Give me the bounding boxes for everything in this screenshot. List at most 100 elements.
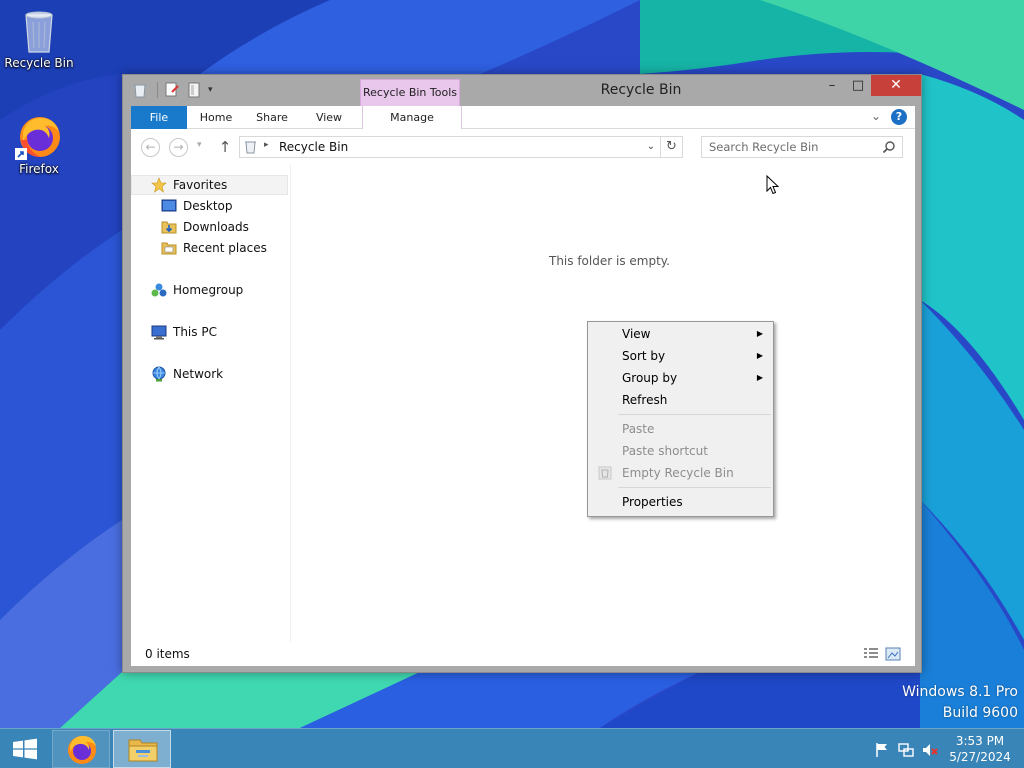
firefox-icon	[68, 736, 96, 764]
address-bar[interactable]: ▸ Recycle Bin ⌄	[239, 136, 661, 158]
address-history-chevron-icon[interactable]: ⌄	[644, 139, 658, 155]
search-icon[interactable]	[882, 140, 896, 154]
windows-logo-icon	[13, 738, 37, 760]
close-button[interactable]: ✕	[871, 75, 921, 96]
nav-this-pc-label: This PC	[173, 325, 217, 339]
window-title: Recycle Bin	[600, 82, 682, 98]
breadcrumb-separator-icon[interactable]: ▸	[264, 140, 269, 150]
up-arrow-icon[interactable]: ↑	[217, 138, 233, 156]
start-button[interactable]	[0, 729, 50, 768]
navigation-pane[interactable]: Favorites Desktop Downloads Recent place…	[131, 165, 291, 642]
maximize-button[interactable]: □	[843, 75, 873, 96]
submenu-arrow-icon: ▶	[756, 373, 763, 382]
qat-separator	[157, 82, 158, 98]
menu-item-view[interactable]: View ▶	[590, 323, 771, 345]
menu-item-label: Sort by	[622, 349, 666, 363]
shortcut-arrow-icon	[15, 148, 27, 160]
submenu-arrow-icon: ▶	[756, 351, 763, 360]
breadcrumb-recycle-bin[interactable]: Recycle Bin	[279, 140, 348, 154]
nav-network-label: Network	[173, 367, 224, 381]
tab-home[interactable]: Home	[191, 106, 241, 129]
taskbar-firefox-button[interactable]	[52, 730, 110, 768]
watermark-edition: Windows 8.1 Pro	[902, 684, 1018, 700]
desktop-icon-label: Recycle Bin	[4, 56, 74, 70]
content-area: Favorites Desktop Downloads Recent place…	[131, 165, 915, 642]
quick-access-toolbar: ▾	[133, 81, 230, 99]
item-count: 0 items	[145, 647, 190, 661]
menu-item-paste-shortcut[interactable]: Paste shortcut	[590, 440, 771, 462]
submenu-arrow-icon: ▶	[756, 329, 763, 338]
desktop-icon-recycle-bin[interactable]: Recycle Bin	[1, 6, 77, 70]
file-explorer-icon	[128, 739, 158, 762]
menu-item-empty-recycle-bin[interactable]: Empty Recycle Bin	[590, 462, 771, 484]
new-folder-icon[interactable]	[186, 82, 202, 98]
recycle-bin-icon	[15, 6, 63, 54]
desktop-icon	[161, 198, 177, 214]
menu-item-label: Refresh	[622, 393, 668, 407]
nav-item-label: Desktop	[183, 199, 233, 213]
back-button[interactable]: ←	[141, 138, 160, 157]
properties-icon[interactable]	[164, 82, 180, 98]
volume-muted-icon[interactable]	[922, 742, 938, 758]
nav-item-label: Recent places	[183, 241, 267, 255]
tab-share[interactable]: Share	[247, 106, 297, 129]
menu-item-refresh[interactable]: Refresh	[590, 389, 771, 411]
nav-this-pc[interactable]: This PC	[151, 322, 217, 342]
context-menu: View ▶ Sort by ▶ Group by ▶ Refresh Past…	[587, 321, 774, 517]
menu-item-group-by[interactable]: Group by ▶	[590, 367, 771, 389]
help-icon[interactable]: ?	[891, 109, 907, 125]
downloads-folder-icon	[161, 219, 177, 235]
recent-locations-chevron-icon[interactable]: ▾	[197, 140, 207, 150]
nav-item-recent-places[interactable]: Recent places	[161, 238, 267, 258]
search-box[interactable]	[701, 136, 903, 158]
action-center-flag-icon[interactable]	[874, 742, 890, 758]
expand-ribbon-chevron-icon[interactable]: ⌄	[871, 109, 885, 123]
tab-view[interactable]: View	[305, 106, 353, 129]
nav-favorites-label: Favorites	[173, 178, 228, 192]
empty-folder-message: This folder is empty.	[549, 254, 670, 268]
menu-item-sort-by[interactable]: Sort by ▶	[590, 345, 771, 367]
customize-qat-icon[interactable]: ▾	[208, 82, 224, 98]
window-recycle-bin-icon[interactable]	[133, 82, 149, 98]
details-view-icon[interactable]	[863, 647, 879, 661]
watermark-build: Build 9600	[942, 705, 1018, 721]
menu-item-paste[interactable]: Paste	[590, 418, 771, 440]
windows-version-watermark: Windows 8.1 Pro Build 9600	[902, 684, 1018, 721]
desktop-icon-firefox[interactable]: Firefox	[1, 112, 77, 176]
menu-item-properties[interactable]: Properties	[590, 491, 771, 513]
title-bar[interactable]: ▾ Recycle Bin Tools Recycle Bin – □ ✕	[123, 75, 921, 106]
firefox-icon	[15, 112, 63, 160]
forward-button[interactable]: →	[169, 138, 188, 157]
tab-file[interactable]: File	[131, 106, 187, 129]
tab-manage[interactable]: Manage	[362, 106, 462, 129]
network-icon[interactable]	[898, 742, 914, 758]
nav-favorites[interactable]: Favorites	[131, 175, 288, 195]
status-bar: 0 items	[131, 642, 915, 666]
menu-separator	[618, 487, 771, 488]
menu-item-label: Paste shortcut	[622, 444, 708, 458]
menu-item-label: View	[622, 327, 651, 341]
search-input[interactable]	[702, 137, 872, 157]
nav-homegroup-label: Homegroup	[173, 283, 244, 297]
nav-network[interactable]: Network	[151, 364, 223, 384]
mouse-cursor-icon	[766, 175, 780, 195]
nav-homegroup[interactable]: Homegroup	[151, 280, 243, 300]
nav-item-label: Downloads	[183, 220, 249, 234]
taskbar-clock[interactable]: 3:53 PM 5/27/2024	[946, 733, 1014, 765]
menu-item-label: Empty Recycle Bin	[622, 466, 734, 480]
menu-item-label: Paste	[622, 422, 655, 436]
ribbon-tab-bar: File Home Share View Manage ⌄ ?	[131, 106, 915, 129]
star-icon	[151, 177, 167, 193]
refresh-button[interactable]: ↻	[661, 136, 683, 158]
address-recycle-bin-icon	[245, 141, 256, 154]
nav-item-downloads[interactable]: Downloads	[161, 217, 249, 237]
explorer-window[interactable]: ▾ Recycle Bin Tools Recycle Bin – □ ✕ Fi…	[122, 74, 922, 673]
empty-recycle-bin-icon	[598, 466, 612, 480]
large-icons-view-icon[interactable]	[885, 647, 901, 661]
clock-date: 5/27/2024	[949, 750, 1011, 764]
nav-item-desktop[interactable]: Desktop	[161, 196, 233, 216]
taskbar-file-explorer-button[interactable]	[113, 730, 171, 768]
this-pc-icon	[151, 324, 167, 340]
menu-separator	[618, 414, 771, 415]
menu-item-label: Group by	[622, 371, 678, 385]
